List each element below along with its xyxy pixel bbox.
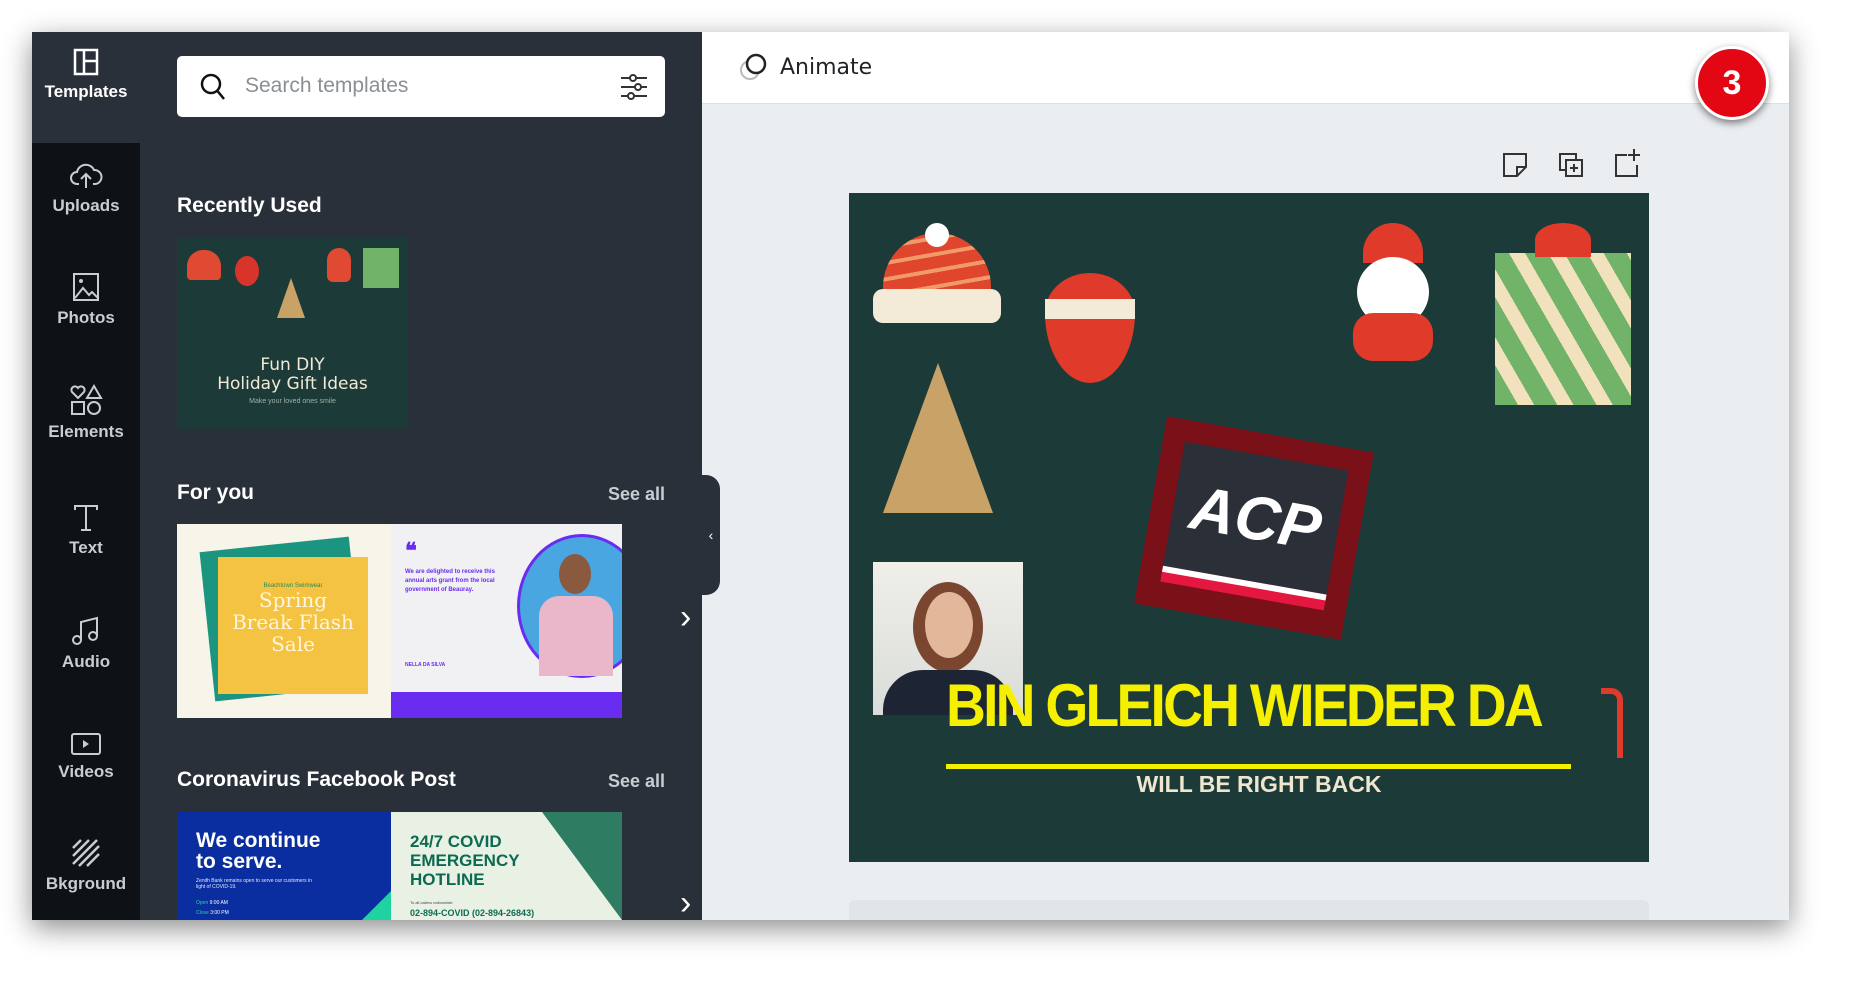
candy-cane-graphic (1601, 688, 1623, 758)
recently-used-heading: Recently Used (177, 194, 322, 217)
template-subtitle: Make your loved ones smile (249, 398, 336, 405)
close-label: Close (196, 910, 209, 916)
next-page-placeholder[interactable] (849, 900, 1649, 920)
template-quote: We are delighted to receive this annual … (405, 569, 495, 593)
nav-label: Audio (61, 652, 111, 671)
headline-underline (946, 764, 1571, 769)
nav-label: Templates (44, 82, 128, 101)
template-card-arts-grant[interactable]: ❝ We are delighted to receive this annua… (391, 524, 622, 718)
template-name: NELLA DA SILVA (405, 662, 446, 668)
headline-text[interactable]: BIN GLEICH WIEDER DA (946, 671, 1544, 740)
photo-icon (73, 273, 99, 301)
nav-audio[interactable]: Audio (32, 616, 140, 672)
animate-button[interactable]: Animate (738, 52, 872, 82)
page-notes-icon[interactable] (1501, 151, 1529, 179)
nav-templates[interactable]: Templates (32, 48, 140, 102)
side-nav: Templates Uploads Photos Elements Text A… (32, 32, 140, 920)
nav-label: Uploads (52, 196, 120, 215)
winter-hat-graphic (873, 223, 1001, 323)
nav-label: Text (69, 538, 103, 557)
add-page-icon[interactable] (1613, 147, 1641, 179)
animate-icon (740, 53, 767, 80)
step-number-badge: 3 (1695, 46, 1769, 120)
template-card-spring-break[interactable]: Beachtown Swimwear Spring Break Flash Sa… (177, 524, 408, 718)
nav-photos[interactable]: Photos (32, 272, 140, 328)
template-card-covid-hotline[interactable]: 24/7 COVID EMERGENCY HOTLINE To all call… (391, 812, 622, 920)
collapse-panel-button[interactable]: ‹ (702, 475, 720, 595)
template-title: Fun DIY Holiday Gift Ideas (217, 355, 368, 394)
for-you-see-all-link[interactable]: See all (608, 484, 665, 505)
duplicate-page-icon[interactable] (1557, 151, 1585, 179)
template-title: Spring Break Flash Sale (232, 588, 354, 656)
background-stripes-icon (72, 839, 100, 867)
gingerbread-tree-graphic (883, 363, 993, 513)
upload-cloud-icon (70, 163, 103, 188)
video-icon (71, 733, 101, 755)
nav-label: Bkground (45, 874, 127, 893)
coronavirus-see-all-link[interactable]: See all (608, 771, 665, 792)
nav-videos[interactable]: Videos (32, 732, 140, 782)
template-body: To all callers nationwide: (410, 900, 454, 905)
acp-logo-frame: ACP (1134, 416, 1374, 640)
templates-panel: Search templates Recently Used Fun DIY H… (140, 32, 702, 920)
template-body: Zenith Bank remains open to serve our cu… (196, 878, 312, 890)
coronavirus-heading: Coronavirus Facebook Post (177, 768, 456, 791)
open-label: Open (196, 900, 209, 906)
close-time: 3:00 PM (210, 910, 229, 916)
santa-graphic (1343, 223, 1443, 373)
nav-text[interactable]: Text (32, 504, 140, 558)
music-note-icon (72, 616, 98, 645)
text-icon (74, 505, 98, 531)
template-phone: 02-894-COVID (02-894-26843) (410, 908, 535, 918)
app-window: Templates Uploads Photos Elements Text A… (32, 32, 1789, 920)
nav-label: Photos (57, 308, 115, 327)
coronavirus-next-arrow[interactable]: › (680, 884, 691, 920)
template-card-continue-serve[interactable]: We continue to serve. Zenith Bank remain… (177, 812, 408, 920)
editor-header: Animate (702, 32, 1789, 104)
search-icon (200, 73, 225, 100)
for-you-next-arrow[interactable]: › (680, 598, 691, 637)
ornament-graphic (1045, 273, 1135, 383)
template-card-holiday-gift[interactable]: Fun DIY Holiday Gift Ideas Make your lov… (177, 238, 408, 430)
nav-label: Videos (58, 762, 114, 781)
animate-label: Animate (780, 54, 873, 80)
open-time: 9:00 AM (209, 900, 228, 906)
gift-box-graphic (1495, 223, 1631, 405)
shapes-icon (70, 384, 103, 415)
nav-background[interactable]: Bkground (32, 838, 140, 894)
filter-sliders-icon[interactable] (619, 72, 649, 102)
nav-uploads[interactable]: Uploads (32, 160, 140, 216)
template-title: We continue to serve. (196, 829, 321, 873)
subheadline-text[interactable]: WILL BE RIGHT BACK (849, 771, 1649, 798)
search-input[interactable]: Search templates (177, 56, 665, 117)
template-title: 24/7 COVID EMERGENCY HOTLINE (410, 832, 520, 889)
design-canvas[interactable]: ACP BIN GLEICH WIEDER DA WILL BE RIGHT B… (849, 193, 1649, 862)
nav-label: Elements (48, 422, 124, 441)
search-placeholder: Search templates (245, 74, 409, 97)
nav-elements[interactable]: Elements (32, 384, 140, 442)
templates-icon (73, 48, 99, 76)
for-you-heading: For you (177, 481, 254, 504)
